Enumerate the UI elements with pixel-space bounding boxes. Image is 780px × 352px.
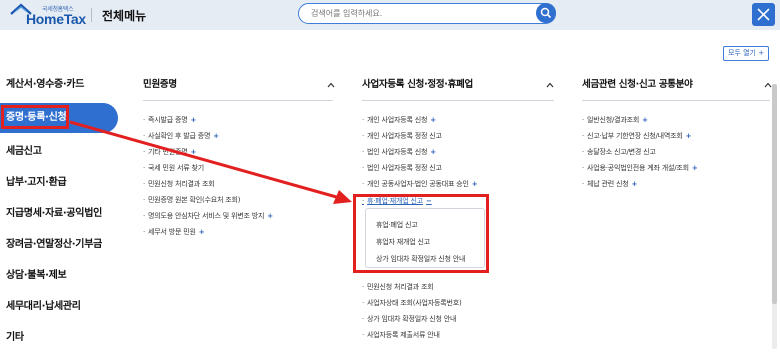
menu-item[interactable]: · 민원신청 처리결과 조회 <box>362 282 434 292</box>
menu-item[interactable]: · 민원증명 원본 확인(수요처 조회) <box>143 195 240 205</box>
search-button[interactable] <box>536 3 556 23</box>
chevron-up-icon[interactable] <box>764 81 772 89</box>
column-title: 사업자등록 신청·정정·휴폐업 <box>362 79 473 90</box>
nav-item-payment-statement[interactable]: 지급명세·자료·공익법인 <box>0 199 118 229</box>
column-divider <box>362 100 554 101</box>
menu-item[interactable]: · 법인 사업자등록 정정 신고 <box>362 163 442 173</box>
top-header: 국세청홈택스 HomeTax 전체메뉴 <box>0 0 780 30</box>
nav-item-consult-appeal[interactable]: 상담·불복·제보 <box>0 261 118 291</box>
close-button[interactable] <box>752 3 775 26</box>
nav-item-payment-refund[interactable]: 납부·고지·환급 <box>0 168 118 198</box>
search-icon <box>540 7 552 19</box>
nav-item-invoice-receipt-card[interactable]: 계산서·영수증·카드 <box>0 70 118 100</box>
highlight-box-submenu <box>353 194 489 273</box>
nav-item-etc[interactable]: 기타 <box>0 323 118 352</box>
menu-item[interactable]: · 사업용·공익법인전용 계좌 개설/조회 + <box>582 163 698 173</box>
open-all-button[interactable]: 모두 열기 + <box>723 46 770 61</box>
nav-item-incentive-yearend[interactable]: 장려금·연말정산·기부금 <box>0 230 118 260</box>
menu-item[interactable]: · 사업자상태 조회(사업자등록번호) <box>362 298 462 308</box>
menu-item[interactable]: · 법인 사업자등록 신청 + <box>362 147 436 157</box>
column-divider <box>143 100 333 101</box>
menu-item[interactable]: · 민원신청 처리결과 조회 <box>143 179 215 189</box>
nav-item-tax-filing[interactable]: 세금신고 <box>0 137 118 167</box>
menu-item[interactable]: · 개인 사업자등록 정정 신고 <box>362 131 442 141</box>
column-title: 민원증명 <box>143 79 177 90</box>
chevron-up-icon[interactable] <box>546 81 554 89</box>
column-title: 세금관련 신청·신고 공통분야 <box>582 79 693 90</box>
menu-item[interactable]: · 일반신청/결과조회 + <box>582 115 648 125</box>
menu-item[interactable]: · 신고·납부 기한연장 신청/내역조회 + <box>582 131 691 141</box>
hometax-logo[interactable]: 국세청홈택스 HomeTax <box>10 3 88 27</box>
header-divider <box>91 8 92 22</box>
highlight-box-nav <box>1 105 69 129</box>
nav-item-tax-agent[interactable]: 세무대리·납세관리 <box>0 292 118 322</box>
menu-item[interactable]: · 기타 민원증명 + <box>143 147 196 157</box>
menu-item[interactable]: · 국세 민원 서류 찾기 <box>143 163 204 173</box>
search-box <box>298 3 556 24</box>
menu-item[interactable]: · 송달장소 신고/변경 신고 <box>582 147 656 157</box>
menu-item[interactable]: · 체납 관련 신청 + <box>582 179 637 189</box>
menu-item[interactable]: · 상가 임대차 확정일자 신청 안내 <box>362 314 456 324</box>
menu-item[interactable]: · 사실확인 후 발급 증명 + <box>143 131 219 141</box>
page-title: 전체메뉴 <box>102 9 147 23</box>
menu-item[interactable]: · 개인 사업자등록 신청 + <box>362 115 436 125</box>
arrow-head <box>333 190 352 204</box>
menu-item[interactable]: · 사업자등록 제출서류 안내 <box>362 330 440 340</box>
menu-item[interactable]: · 명의도용 안심차단 서비스 및 위변조 방지 + <box>143 211 273 221</box>
search-input[interactable] <box>311 6 511 21</box>
chevron-up-icon[interactable] <box>327 81 335 89</box>
menu-item[interactable]: · 세무서 방문 민원 + <box>143 227 205 237</box>
menu-item[interactable]: · 개인 공동사업자·법인 공동대표 승인 + <box>362 179 478 189</box>
close-icon <box>757 8 770 21</box>
scrollbar-thumb[interactable] <box>772 84 777 304</box>
column-divider <box>582 100 770 101</box>
menu-item[interactable]: · 즉시발급 증명 + <box>143 115 196 125</box>
logo-text: HomeTax <box>26 11 86 27</box>
